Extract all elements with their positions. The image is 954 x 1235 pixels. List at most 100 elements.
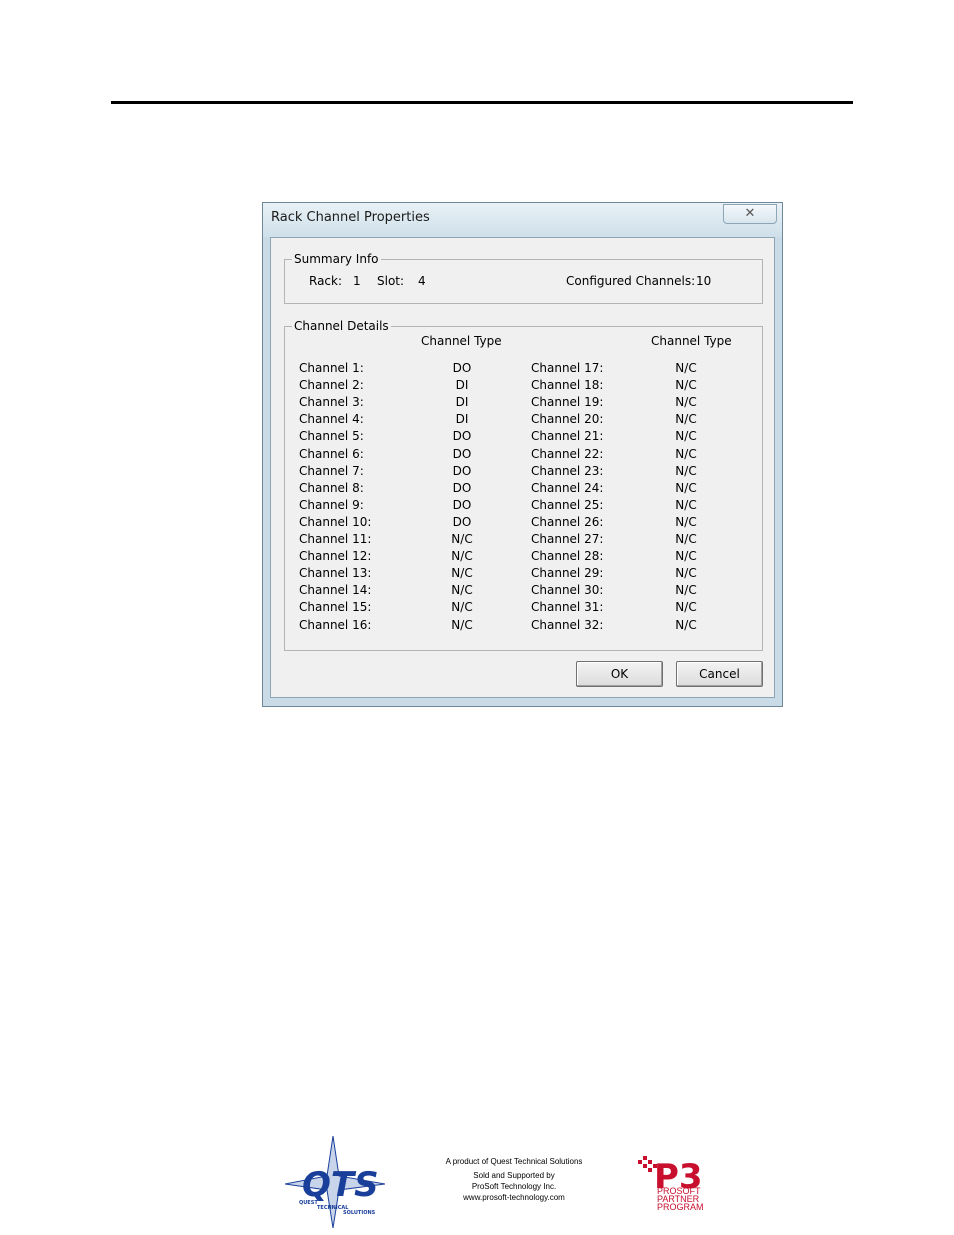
channel-type-value: N/C — [675, 361, 697, 375]
footer-line-3: ProSoft Technology Inc. — [471, 1182, 557, 1191]
channel-row: Channel 17: N/C — [531, 360, 731, 377]
channel-row: Channel 22: N/C — [531, 446, 731, 463]
qts-logo-sub-3: SOLUTIONS — [343, 1210, 376, 1216]
channel-row: Channel 12: N/C — [299, 548, 499, 565]
channel-row: Channel 6: DO — [299, 446, 499, 463]
rack-channel-properties-dialog: Rack Channel Properties ✕ Summary Info R… — [262, 202, 783, 707]
channel-name: Channel 32: — [531, 617, 604, 632]
close-icon: ✕ — [744, 206, 756, 221]
channel-type-value: N/C — [451, 617, 473, 632]
channel-row: Channel 18: N/C — [531, 377, 731, 394]
channel-row: Channel 1: DO — [299, 360, 499, 377]
p3-logo-line-3: PROGRAM — [657, 1202, 704, 1212]
rack-label: Rack: — [309, 274, 343, 288]
channel-row: Channel 2: DI — [299, 377, 499, 394]
channel-name: Channel 20: — [531, 412, 604, 427]
prosoft-partner-program-logo: P3 PROSOFT PARTNER PROGRAM — [638, 1156, 718, 1212]
channel-row: Channel 30: N/C — [531, 582, 731, 599]
channel-name: Channel 21: — [531, 429, 604, 444]
channel-row: Channel 27: N/C — [531, 531, 731, 548]
channel-name: Channel 1: — [299, 361, 364, 375]
channel-type-value: N/C — [675, 463, 697, 478]
channel-name: Channel 10: — [299, 514, 372, 529]
summary-info-legend: Summary Info — [292, 251, 381, 267]
channel-type-value: DO — [452, 480, 472, 495]
channel-type-value: N/C — [675, 549, 697, 564]
channel-type-value: N/C — [451, 549, 473, 564]
channel-row: Channel 21: N/C — [531, 428, 731, 445]
channel-name: Channel 19: — [531, 395, 604, 410]
channel-name: Channel 6: — [299, 446, 364, 461]
page-header-rule — [111, 101, 853, 104]
channel-name: Channel 25: — [531, 497, 604, 512]
channel-type-value: N/C — [675, 566, 697, 581]
channel-name: Channel 7: — [299, 463, 364, 478]
channel-type-value: N/C — [675, 497, 697, 512]
channel-name: Channel 13: — [299, 566, 372, 581]
configured-channels-value: 10 — [696, 274, 712, 288]
channel-row: Channel 32: N/C — [531, 617, 731, 634]
summary-info-group: Summary Info Rack: 1 Slot: 4 Configured … — [284, 251, 763, 304]
channel-type-value: DO — [452, 497, 472, 512]
channel-type-value: N/C — [451, 600, 473, 615]
dialog-client-area: Summary Info Rack: 1 Slot: 4 Configured … — [270, 237, 775, 698]
channel-name: Channel 4: — [299, 412, 364, 427]
channel-row: Channel 4: DI — [299, 411, 499, 428]
channel-type-value: N/C — [675, 446, 697, 461]
channel-type-value: DI — [455, 412, 469, 427]
channel-type-value: N/C — [675, 532, 697, 546]
channel-name: Channel 18: — [531, 378, 604, 393]
channel-type-value: DI — [455, 378, 469, 393]
channel-row: Channel 8: DO — [299, 480, 499, 497]
cancel-button[interactable]: Cancel — [676, 661, 763, 687]
channel-row: Channel 16: N/C — [299, 617, 499, 634]
channel-row: Channel 19: N/C — [531, 394, 731, 411]
channel-name: Channel 23: — [531, 463, 604, 478]
configured-channels-label: Configured Channels: — [566, 274, 696, 288]
channel-type-value: DO — [452, 514, 472, 529]
channel-type-header-left: Channel Type — [421, 334, 502, 348]
channel-type-value: DO — [452, 361, 472, 375]
footer-text: A product of Quest Technical Solutions S… — [432, 1156, 596, 1203]
channel-type-header-right: Channel Type — [651, 334, 732, 348]
channel-name: Channel 17: — [531, 361, 604, 375]
channel-name: Channel 29: — [531, 566, 604, 581]
close-button[interactable]: ✕ — [723, 204, 777, 224]
dialog-title: Rack Channel Properties — [271, 210, 430, 225]
footer-line-4: www.prosoft-technology.com — [463, 1193, 565, 1202]
channel-name: Channel 15: — [299, 600, 372, 615]
channel-name: Channel 11: — [299, 532, 372, 546]
channel-type-value: DO — [452, 463, 472, 478]
channel-row: Channel 26: N/C — [531, 514, 731, 531]
channel-name: Channel 9: — [299, 497, 364, 512]
channel-row: Channel 14: N/C — [299, 582, 499, 599]
channel-row: Channel 25: N/C — [531, 497, 731, 514]
channel-name: Channel 14: — [299, 583, 372, 598]
channel-type-value: N/C — [451, 583, 473, 598]
channel-row: Channel 5: DO — [299, 428, 499, 445]
dialog-titlebar[interactable]: Rack Channel Properties ✕ — [263, 203, 782, 237]
channel-row: Channel 11: N/C — [299, 531, 499, 548]
qts-logo-text: QTS — [302, 1165, 379, 1205]
channel-row: Channel 13: N/C — [299, 565, 499, 582]
channel-name: Channel 27: — [531, 532, 604, 546]
channel-row: Channel 31: N/C — [531, 599, 731, 616]
channel-name: Channel 5: — [299, 429, 364, 444]
channel-row: Channel 29: N/C — [531, 565, 731, 582]
rack-value: 1 — [353, 274, 361, 288]
channel-type-value: N/C — [675, 412, 697, 427]
channel-row: Channel 10: DO — [299, 514, 499, 531]
channel-row: Channel 20: N/C — [531, 411, 731, 428]
channel-row: Channel 7: DO — [299, 463, 499, 480]
qts-logo-sub-1: QUEST — [299, 1200, 318, 1206]
channel-name: Channel 2: — [299, 378, 364, 393]
channel-name: Channel 22: — [531, 446, 604, 461]
channel-row: Channel 24: N/C — [531, 480, 731, 497]
footer-line-1: A product of Quest Technical Solutions — [445, 1157, 583, 1166]
channel-details-legend: Channel Details — [292, 318, 391, 334]
ok-button[interactable]: OK — [576, 661, 663, 687]
channel-name: Channel 24: — [531, 480, 604, 495]
channel-row: Channel 15: N/C — [299, 599, 499, 616]
channel-name: Channel 3: — [299, 395, 364, 410]
channel-type-value: N/C — [675, 514, 697, 529]
